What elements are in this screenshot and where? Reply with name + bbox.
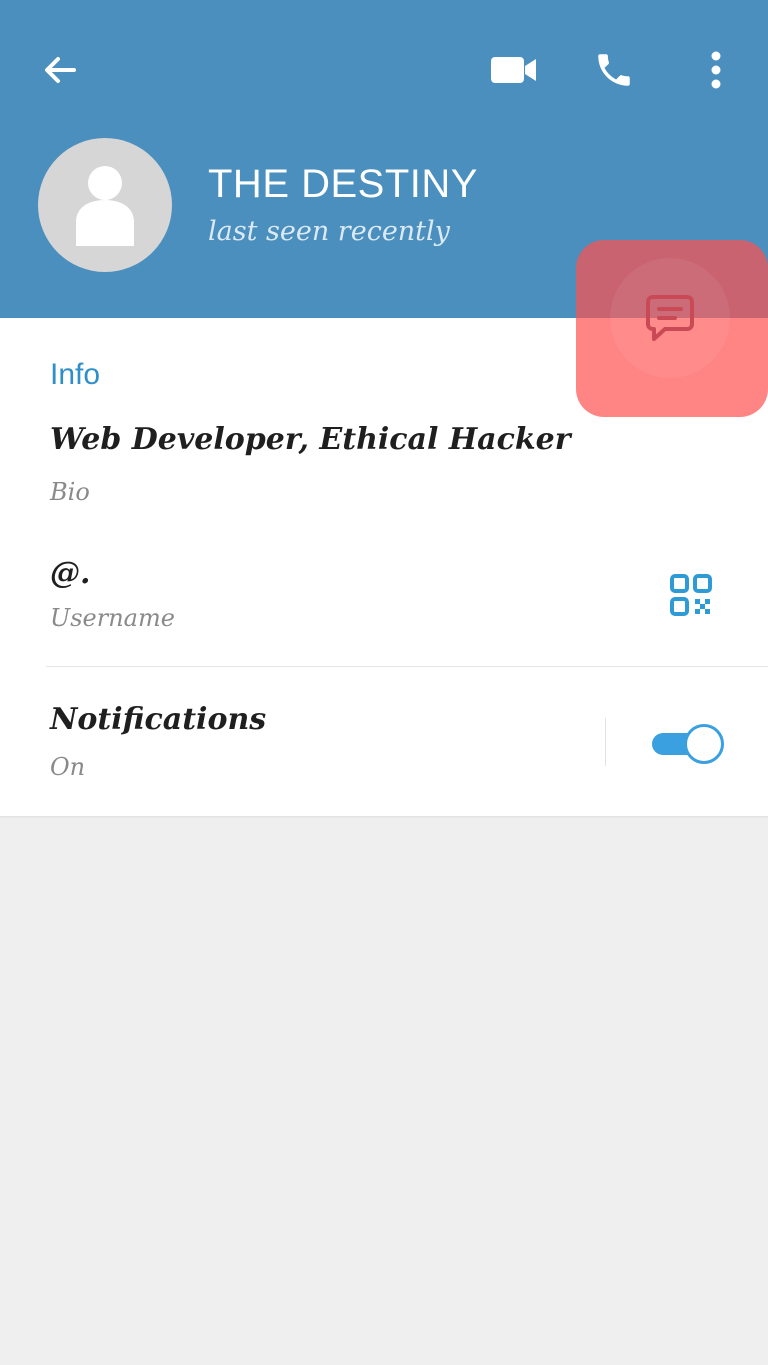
vertical-divider (605, 718, 606, 766)
bio-value[interactable]: Web Developer, Ethical Hacker (50, 422, 571, 457)
arrow-left-icon (45, 57, 76, 83)
message-icon (646, 295, 694, 341)
notifications-toggle[interactable] (650, 721, 724, 765)
video-call-button[interactable] (478, 38, 550, 102)
profile-screen: THE DESTINY last seen recently Info Web … (0, 0, 768, 1365)
video-camera-icon (491, 57, 536, 83)
qr-code-icon (670, 574, 712, 616)
person-placeholder-icon (76, 166, 134, 246)
profile-name: THE DESTINY (208, 162, 478, 206)
send-message-fab[interactable] (610, 258, 730, 378)
username-label: Username (50, 604, 175, 632)
toggle-knob (684, 724, 724, 764)
profile-status: last seen recently (208, 216, 450, 247)
voice-call-button[interactable] (578, 38, 650, 102)
username-value[interactable]: @. (50, 556, 90, 591)
info-section-title: Info (50, 358, 101, 391)
avatar[interactable] (38, 138, 172, 272)
more-vert-icon (711, 51, 721, 89)
notifications-title[interactable]: Notifications (50, 702, 266, 737)
qr-code-button[interactable] (660, 564, 722, 626)
back-button[interactable] (24, 38, 96, 102)
notifications-status: On (50, 753, 86, 781)
bio-label: Bio (50, 478, 90, 506)
phone-icon (598, 54, 630, 86)
more-options-button[interactable] (690, 38, 742, 102)
divider (46, 666, 768, 667)
